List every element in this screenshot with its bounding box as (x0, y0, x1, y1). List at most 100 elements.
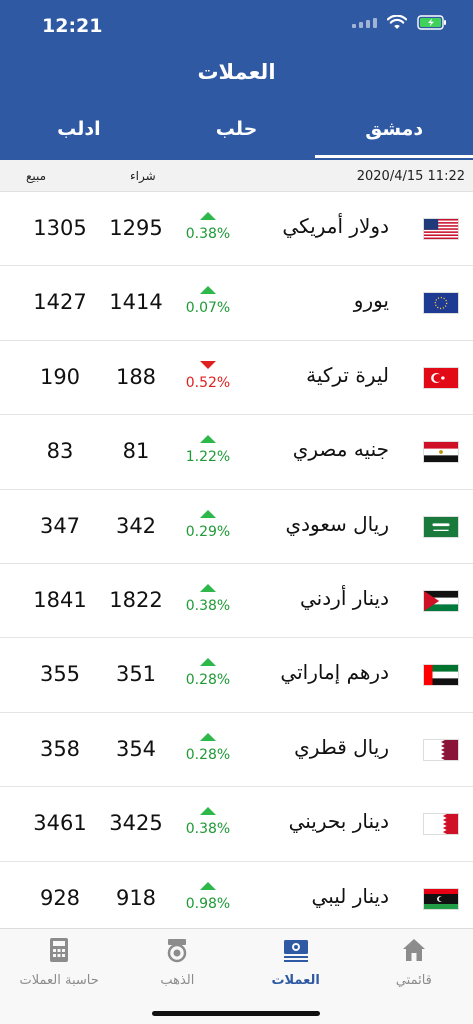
status-bar: 12:21 (0, 0, 473, 50)
bahrain-flag-icon (423, 813, 459, 836)
up-arrow-icon (200, 435, 216, 444)
header: 12:21 العملات ادلب حلب دمشق (0, 0, 473, 160)
sell-price: 358 (39, 736, 81, 761)
change-indicator: 1.22% (180, 435, 236, 465)
buy-price: 188 (115, 364, 157, 389)
change-indicator: 0.38% (180, 212, 236, 242)
nav-my-list[interactable]: قائمتي (355, 929, 473, 1024)
currency-row[interactable]: 347 342 0.29% ريال سعودي (0, 490, 473, 564)
nav-gold[interactable]: الذهب (118, 929, 236, 1024)
home-icon (402, 939, 425, 961)
change-indicator: 0.28% (180, 732, 236, 763)
sell-price: 3461 (33, 811, 87, 836)
table-header: مبيع شراء 2020/4/15 11:22 (0, 160, 473, 192)
change-percent: 0.28% (185, 672, 231, 689)
city-tabs: ادلب حلب دمشق (0, 110, 473, 160)
sell-column-header: مبيع (26, 169, 47, 183)
tab-label: ادلب (57, 118, 101, 140)
tab-label: دمشق (365, 118, 424, 140)
up-arrow-icon (200, 212, 216, 220)
nav-label: العملات (271, 973, 320, 988)
page-title: العملات (197, 60, 276, 84)
change-percent: 0.52% (185, 374, 231, 391)
tab-aleppo[interactable]: حلب (158, 110, 316, 160)
nav-label: حاسبة العملات (19, 973, 99, 988)
wifi-icon (387, 15, 407, 29)
currency-row[interactable]: 928 918 0.98% دينار ليبي (0, 862, 473, 936)
sell-price: 1841 (33, 587, 87, 612)
banknote-icon (283, 940, 308, 962)
sell-price: 83 (46, 439, 74, 464)
currency-row[interactable]: 190 188 0.52% ليرة تركية (0, 341, 473, 416)
change-percent: 0.29% (185, 523, 231, 540)
change-percent: 0.98% (185, 895, 231, 912)
battery-icon (417, 15, 446, 30)
change-indicator: 0.38% (180, 583, 236, 614)
buy-column-header: شراء (130, 169, 156, 183)
down-arrow-icon (200, 360, 216, 369)
currency-name: دينار بحريني (288, 809, 389, 834)
up-arrow-icon (200, 583, 216, 592)
nav-label: قائمتي (395, 973, 432, 988)
change-percent: 1.22% (185, 449, 231, 466)
currency-row[interactable]: 358 354 0.28% ريال قطري (0, 713, 473, 788)
up-arrow-icon (200, 658, 216, 667)
currency-name: يورو (353, 288, 389, 313)
up-arrow-icon (200, 807, 216, 816)
currency-row[interactable]: 83 81 1.22% جنيه مصري (0, 415, 473, 490)
sell-price: 347 (39, 513, 81, 538)
buy-price: 351 (115, 662, 157, 687)
up-arrow-icon (200, 881, 216, 890)
change-percent: 0.38% (185, 821, 231, 838)
change-indicator: 0.29% (180, 509, 236, 540)
currency-name: دولار أمريكي (282, 214, 389, 238)
buy-price: 81 (122, 439, 150, 464)
signal-icon (352, 17, 377, 28)
tab-label: حلب (215, 118, 258, 140)
up-arrow-icon (200, 732, 216, 741)
update-timestamp: 2020/4/15 11:22 (356, 169, 465, 184)
change-indicator: 0.28% (180, 658, 236, 688)
nav-calculator[interactable]: حاسبة العملات (0, 929, 118, 1024)
eu-flag-icon (423, 292, 459, 315)
up-arrow-icon (200, 509, 216, 518)
calculator-icon (50, 938, 69, 962)
change-percent: 0.07% (185, 300, 231, 317)
change-indicator: 0.07% (180, 286, 236, 316)
buy-price: 354 (115, 736, 157, 761)
currency-row[interactable]: 1427 1414 0.07% يورو (0, 266, 473, 341)
nav-currencies[interactable]: العملات (237, 929, 355, 1024)
buy-price: 918 (115, 885, 157, 910)
tab-damascus[interactable]: دمشق (315, 110, 473, 160)
sell-price: 190 (39, 364, 81, 389)
status-icons (352, 15, 447, 30)
currency-name: ريال سعودي (285, 511, 389, 536)
buy-price: 3425 (109, 811, 163, 836)
tab-idlib[interactable]: ادلب (0, 110, 158, 160)
sell-price: 1427 (33, 290, 87, 315)
change-indicator: 0.52% (180, 360, 236, 391)
change-percent: 0.28% (185, 746, 231, 763)
libya-flag-icon (423, 887, 459, 910)
jordan-flag-icon (423, 589, 459, 612)
currency-row[interactable]: 1841 1822 0.38% دينار أردني (0, 564, 473, 639)
sell-price: 1305 (33, 216, 87, 240)
gold-icon (168, 939, 187, 963)
currency-screen: 12:21 العملات ادلب حلب دمشق مبيع شراء 20… (0, 0, 473, 1024)
status-time: 12:21 (42, 15, 103, 37)
buy-price: 1822 (109, 587, 163, 612)
uae-flag-icon (423, 664, 459, 687)
currency-row[interactable]: 3461 3425 0.38% دينار بحريني (0, 787, 473, 862)
buy-price: 342 (115, 513, 157, 538)
turkey-flag-icon (423, 366, 459, 389)
currency-list: 1305 1295 0.38% دولار أمريكي 1427 1414 0… (0, 192, 473, 936)
currency-row[interactable]: 1305 1295 0.38% دولار أمريكي (0, 192, 473, 267)
currency-name: جنيه مصري (292, 437, 389, 462)
currency-name: دينار ليبي (311, 883, 389, 908)
sell-price: 928 (39, 885, 81, 910)
change-percent: 0.38% (185, 226, 231, 242)
up-arrow-icon (200, 286, 216, 295)
currency-row[interactable]: 355 351 0.28% درهم إماراتي (0, 638, 473, 713)
sell-price: 355 (39, 662, 81, 687)
nav-label: الذهب (160, 973, 195, 988)
